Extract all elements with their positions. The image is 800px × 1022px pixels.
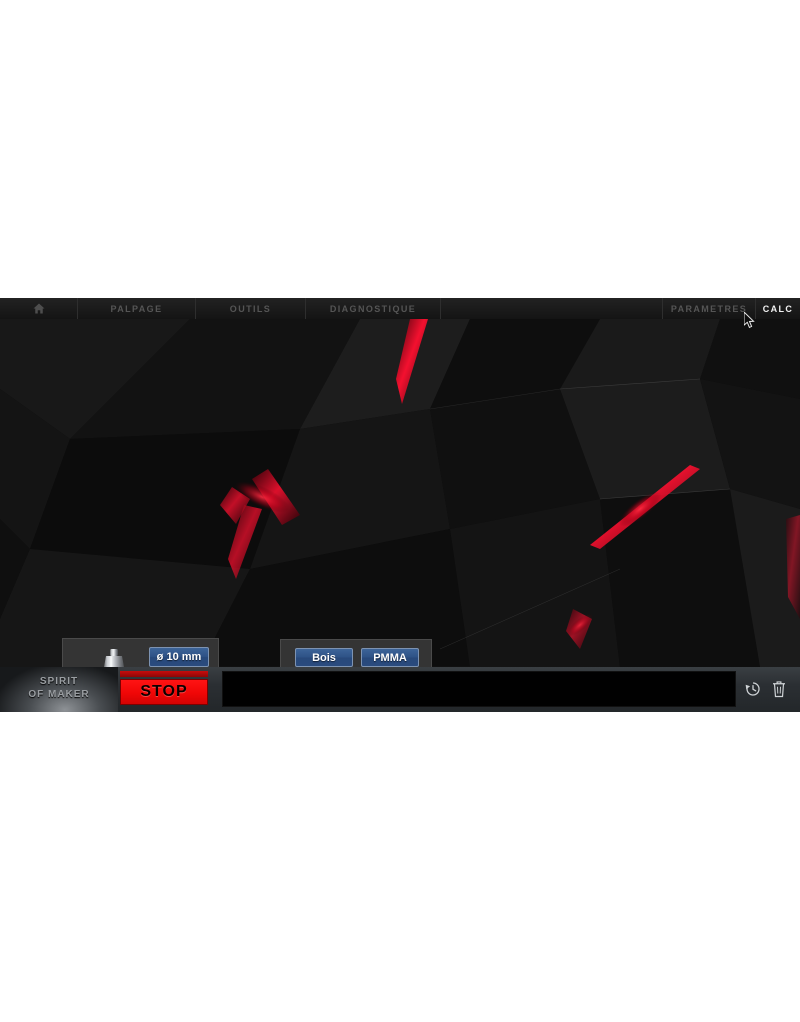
history-icon[interactable]: [744, 679, 762, 699]
brand-logo-area: SPIRIT OF MAKER: [0, 667, 118, 712]
mouse-cursor: [744, 312, 755, 329]
nav-item-palpage[interactable]: PALPAGE: [78, 298, 196, 319]
background-wallpaper: [0, 319, 800, 667]
material-button-bois[interactable]: Bois: [295, 648, 353, 667]
brand-text: SPIRIT OF MAKER: [0, 675, 118, 701]
nav-item-home[interactable]: [0, 298, 78, 319]
stop-indicator-strip: [120, 671, 208, 677]
trash-icon[interactable]: [770, 679, 788, 699]
nav-item-parametres[interactable]: PARAMETRES: [663, 298, 756, 319]
brand-line-1: SPIRIT: [39, 676, 79, 687]
stop-button[interactable]: STOP: [120, 679, 208, 705]
nav-item-outils[interactable]: OUTILS: [196, 298, 306, 319]
top-navigation-bar: PALPAGE OUTILS DIAGNOSTIQUE PARAMETRES C…: [0, 298, 800, 319]
diameter-button-10mm[interactable]: ø 10 mm: [149, 647, 209, 667]
bottom-status-bar: SPIRIT OF MAKER STOP: [0, 667, 800, 712]
nav-item-diagnostique[interactable]: DIAGNOSTIQUE: [306, 298, 441, 319]
home-icon: [33, 303, 44, 314]
nav-item-calc[interactable]: CALC: [756, 298, 800, 319]
low-poly-background-graphic: [0, 319, 800, 667]
emergency-stop-area: STOP: [120, 671, 208, 705]
cnc-application-window: PALPAGE OUTILS DIAGNOSTIQUE PARAMETRES C…: [0, 298, 800, 712]
console-output[interactable]: [222, 671, 736, 707]
nav-spacer: [441, 298, 663, 319]
brand-line-2: OF MAKER: [28, 689, 90, 700]
material-button-pmma[interactable]: PMMA: [361, 648, 419, 667]
